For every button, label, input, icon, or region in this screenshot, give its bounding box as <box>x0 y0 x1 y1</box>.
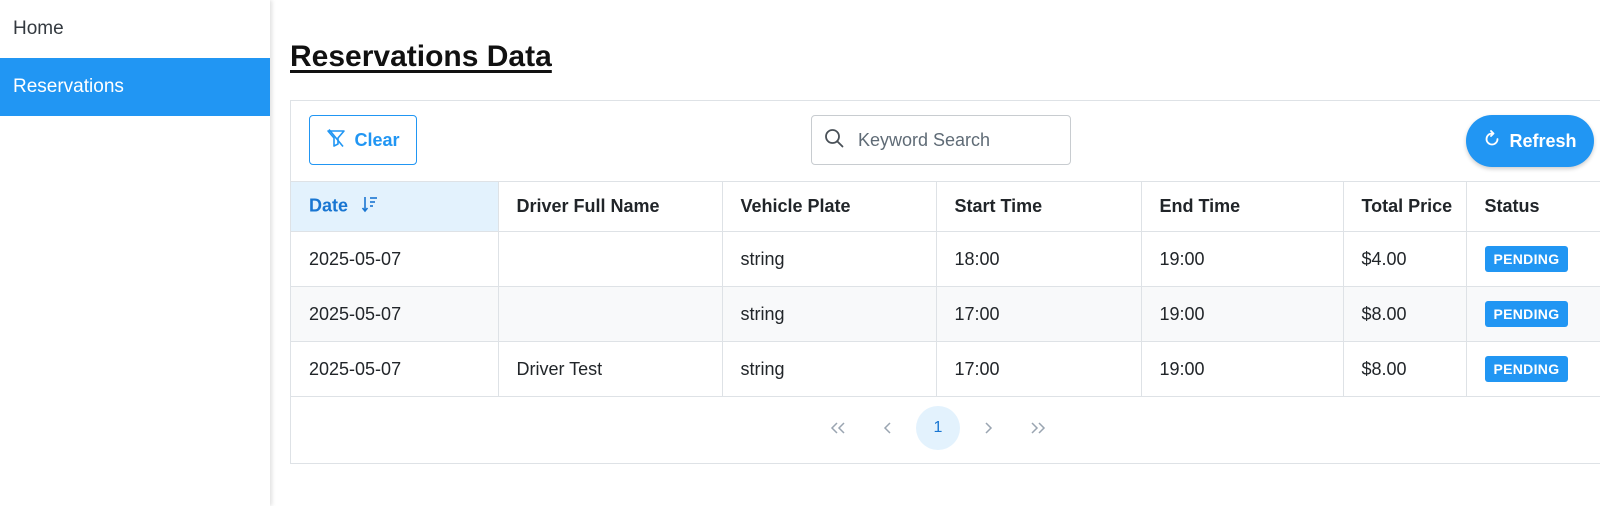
first-page-button[interactable] <box>816 406 860 450</box>
cell-vehicle-plate: string <box>722 341 937 397</box>
double-chevron-left-icon <box>830 422 845 434</box>
sort-descending-icon[interactable] <box>361 195 379 218</box>
reservations-table: Date Driver Full Name Vehicle Plate Star… <box>291 182 1600 397</box>
cell-driver-full-name <box>498 286 723 342</box>
cell-status: PENDING <box>1466 231 1600 287</box>
cell-total-price: $8.00 <box>1343 286 1467 342</box>
sidebar-item-home[interactable]: Home <box>0 0 270 58</box>
pagination: 1 <box>291 397 1600 459</box>
column-header-vehicle-plate[interactable]: Vehicle Plate <box>722 182 937 232</box>
keyword-search <box>811 115 1071 165</box>
search-icon <box>824 128 844 153</box>
chevron-right-icon <box>985 422 993 434</box>
last-page-button[interactable] <box>1016 406 1060 450</box>
refresh-icon <box>1483 129 1501 153</box>
cell-total-price: $8.00 <box>1343 341 1467 397</box>
column-header-label: Date <box>309 195 349 216</box>
cell-date: 2025-05-07 <box>291 231 499 287</box>
clear-filters-button[interactable]: Clear <box>309 115 417 165</box>
status-badge: PENDING <box>1484 246 1569 272</box>
sidebar: Home Reservations <box>0 0 270 506</box>
column-header-status[interactable]: Status <box>1466 182 1600 232</box>
cell-start-time: 17:00 <box>936 341 1142 397</box>
chevron-left-icon <box>883 422 891 434</box>
refresh-button-label: Refresh <box>1509 130 1577 151</box>
main-content: Reservations Data Clear Keyword Search R… <box>290 0 1600 506</box>
table-row[interactable]: 2025-05-07 string 18:00 19:00 $4.00 PEND… <box>291 231 1600 287</box>
refresh-button[interactable]: Refresh <box>1466 115 1594 167</box>
table-header-row: Date Driver Full Name Vehicle Plate Star… <box>291 182 1600 232</box>
column-header-total-price[interactable]: Total Price <box>1343 182 1467 232</box>
column-header-end-time[interactable]: End Time <box>1141 182 1344 232</box>
cell-date: 2025-05-07 <box>291 286 499 342</box>
table-toolbar: Clear Keyword Search Refresh <box>291 101 1600 182</box>
cell-end-time: 19:00 <box>1141 286 1344 342</box>
status-badge: PENDING <box>1484 301 1569 327</box>
previous-page-button[interactable] <box>866 406 910 450</box>
cell-total-price: $4.00 <box>1343 231 1467 287</box>
clear-button-label: Clear <box>354 129 400 150</box>
column-header-start-time[interactable]: Start Time <box>936 182 1142 232</box>
cell-date: 2025-05-07 <box>291 341 499 397</box>
cell-start-time: 18:00 <box>936 231 1142 287</box>
status-badge: PENDING <box>1484 356 1569 382</box>
page-1-button[interactable]: 1 <box>916 406 960 450</box>
double-chevron-right-icon <box>1031 422 1046 434</box>
next-page-button[interactable] <box>966 406 1010 450</box>
filter-slash-icon <box>326 128 346 153</box>
table-row[interactable]: 2025-05-07 string 17:00 19:00 $8.00 PEND… <box>291 286 1600 342</box>
cell-status: PENDING <box>1466 286 1600 342</box>
cell-vehicle-plate: string <box>722 286 937 342</box>
cell-vehicle-plate: string <box>722 231 937 287</box>
cell-start-time: 17:00 <box>936 286 1142 342</box>
column-header-date[interactable]: Date <box>291 182 499 232</box>
cell-status: PENDING <box>1466 341 1600 397</box>
page-title: Reservations Data <box>290 40 552 73</box>
app-root: Home Reservations Reservations Data Clea… <box>0 0 1600 506</box>
search-input[interactable] <box>856 128 1050 152</box>
reservations-table-card: Clear Keyword Search Refresh Date Driver… <box>290 100 1600 464</box>
cell-end-time: 19:00 <box>1141 231 1344 287</box>
cell-end-time: 19:00 <box>1141 341 1344 397</box>
column-header-driver-full-name[interactable]: Driver Full Name <box>498 182 723 232</box>
cell-driver-full-name <box>498 231 723 287</box>
table-row[interactable]: 2025-05-07 Driver Test string 17:00 19:0… <box>291 341 1600 397</box>
sidebar-item-reservations[interactable]: Reservations <box>0 58 270 116</box>
cell-driver-full-name: Driver Test <box>498 341 723 397</box>
